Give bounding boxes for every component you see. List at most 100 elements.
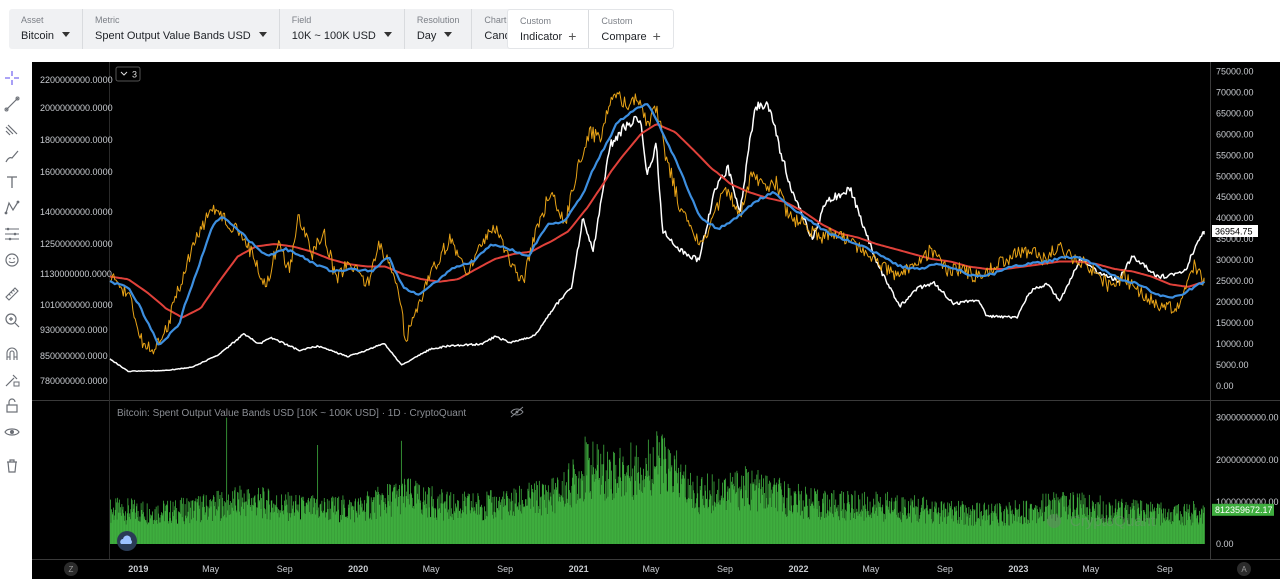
right-axis-tick-label: 60000.00 [1216, 129, 1254, 139]
right-axis-tick-label: 5000.00 [1216, 360, 1249, 370]
left-axis-tick-label: 1250000000.0000 [40, 239, 113, 249]
pattern-icon[interactable] [2, 198, 22, 218]
chart-svg[interactable]: 2200000000.0000 2000000000.0000 1800000000… [28, 62, 1280, 579]
resolution-selector[interactable]: Resolution Day [403, 9, 472, 49]
svg-text:A: A [1241, 565, 1247, 574]
emoji-icon[interactable] [2, 250, 22, 270]
left-axis-tick-label: 1600000000.0000 [40, 167, 113, 177]
volume-last-label: 812359672.17 [1212, 503, 1274, 516]
zoom-in-icon[interactable] [2, 310, 22, 330]
time-axis-tick-label: 2021 [569, 564, 589, 574]
right-axis-tick-label: 10000.00 [1216, 339, 1254, 349]
ruler-icon[interactable] [2, 284, 22, 304]
volume-legend: Bitcoin: Spent Output Value Bands USD [1… [117, 408, 466, 419]
right-axis-tick-label: 45000.00 [1216, 192, 1254, 202]
metric-selector[interactable]: Metric Spent Output Value Bands USD [82, 9, 279, 49]
left-axis-tick-label: 780000000.0000 [40, 376, 108, 386]
metric-caption: Metric [95, 15, 120, 25]
compare-value: Compare + [601, 28, 661, 44]
left-axis-tick-label: 850000000.0000 [40, 351, 108, 361]
cryptoquant-logo-icon [1047, 514, 1061, 528]
left-axis-tick-label: 1400000000.0000 [40, 207, 113, 217]
text-icon[interactable] [2, 172, 22, 192]
left-axis-tick-label: 1800000000.0000 [40, 135, 113, 145]
trendline-icon[interactable] [2, 94, 22, 114]
time-axis-tick-label: 2019 [128, 564, 148, 574]
cloud-logo-icon [117, 531, 137, 551]
right-axis-tick-label: 75000.00 [1216, 66, 1254, 76]
chevron-down-icon [444, 32, 453, 37]
time-axis-tick-label: 2020 [348, 564, 368, 574]
field-caption: Field [291, 15, 312, 25]
crosshair-icon[interactable] [2, 68, 22, 88]
volume-axis-tick-label: 2000000000.00 [1216, 455, 1279, 465]
left-axis-tick-label: 930000000.0000 [40, 325, 108, 335]
right-axis-tick-label: 50000.00 [1216, 171, 1254, 181]
custom-indicator-button[interactable]: Custom Indicator + [508, 10, 588, 48]
svg-text:Z: Z [69, 565, 74, 574]
indicator-collapse-badge[interactable]: 3 [115, 66, 141, 82]
time-axis-tick-label: May [423, 564, 441, 574]
volume-bar [1203, 507, 1205, 544]
chart-area[interactable]: 2200000000.0000 2000000000.0000 1800000000… [28, 62, 1280, 579]
brush-icon[interactable] [2, 146, 22, 166]
time-axis-tick-label: Sep [717, 564, 733, 574]
field-selector[interactable]: Field 10K ~ 100K USD [278, 9, 404, 49]
custom-group: Custom Indicator + Custom Compare + [507, 9, 674, 49]
left-axis-tick-label: 1010000000.0000 [40, 300, 113, 310]
right-axis-tick-label: 0.00 [1216, 381, 1234, 391]
svg-text:36954.75: 36954.75 [1215, 226, 1253, 236]
time-axis-tick-label: Sep [1157, 564, 1173, 574]
volume-axis-tick-label: 0.00 [1216, 539, 1234, 549]
time-axis-tick-label: Sep [497, 564, 513, 574]
indicator-value: Indicator + [520, 28, 577, 44]
asset-selector[interactable]: Asset Bitcoin [9, 9, 82, 49]
left-axis-tick-label: 2200000000.0000 [40, 75, 113, 85]
time-axis-tick-label: May [642, 564, 660, 574]
lock-icon[interactable] [2, 396, 22, 416]
right-axis-tick-label: 55000.00 [1216, 150, 1254, 160]
metric-selector-group: Asset Bitcoin Metric Spent Output Value … [9, 9, 548, 49]
right-axis-tick-label: 65000.00 [1216, 108, 1254, 118]
lock-draw-icon[interactable] [2, 370, 22, 390]
right-axis-tick-label: 30000.00 [1216, 255, 1254, 265]
indicator-count: 3 [132, 70, 137, 80]
asset-value: Bitcoin [21, 28, 71, 44]
indicator-caption: Custom [520, 16, 552, 26]
time-axis[interactable]: 2019 May Sep 2020 May Sep 2021 May Sep 2022 May Sep… [128, 564, 1173, 574]
magnet-icon[interactable] [2, 344, 22, 364]
time-axis-tick-label: Sep [937, 564, 953, 574]
drawing-toolbar [0, 62, 24, 579]
volume-axis-tick-label: 3000000000.00 [1216, 413, 1279, 423]
resolution-value: Day [417, 28, 460, 44]
left-axis-tick-label: 1130000000.0000 [40, 269, 112, 279]
trash-icon[interactable] [2, 456, 22, 476]
auto-scale-button[interactable]: A [1237, 562, 1251, 576]
chevron-down-icon [383, 32, 392, 37]
field-value: 10K ~ 100K USD [292, 28, 392, 44]
measure-lines-icon[interactable] [2, 224, 22, 244]
price-last-label: 36954.75 [1212, 225, 1258, 237]
svg-text:CryptoQuant: CryptoQuant [1070, 513, 1156, 530]
right-axis-tick-label: 15000.00 [1216, 318, 1254, 328]
time-axis-tick-label: May [1082, 564, 1100, 574]
selector-bar: Asset Bitcoin Metric Spent Output Value … [0, 0, 1280, 62]
time-axis-tick-label: May [202, 564, 220, 574]
plus-icon: + [652, 28, 661, 44]
fib-icon[interactable] [2, 120, 22, 140]
scroll-left-button[interactable]: Z [64, 562, 78, 576]
svg-text:812359672.17: 812359672.17 [1215, 505, 1273, 515]
metric-value: Spent Output Value Bands USD [95, 28, 267, 44]
right-axis-tick-label: 40000.00 [1216, 213, 1254, 223]
plus-icon: + [568, 28, 577, 44]
right-axis-tick-label: 25000.00 [1216, 276, 1254, 286]
left-axis-tick-label: 2000000000.0000 [40, 103, 113, 113]
time-axis-tick-label: 2023 [1008, 564, 1028, 574]
right-axis-tick-label: 70000.00 [1216, 87, 1254, 97]
right-axis-tick-label: 20000.00 [1216, 297, 1254, 307]
eye-icon[interactable] [2, 422, 22, 442]
custom-compare-button[interactable]: Custom Compare + [588, 10, 672, 48]
resolution-caption: Resolution [416, 15, 460, 25]
time-axis-tick-label: May [862, 564, 880, 574]
chevron-down-icon [62, 32, 71, 37]
